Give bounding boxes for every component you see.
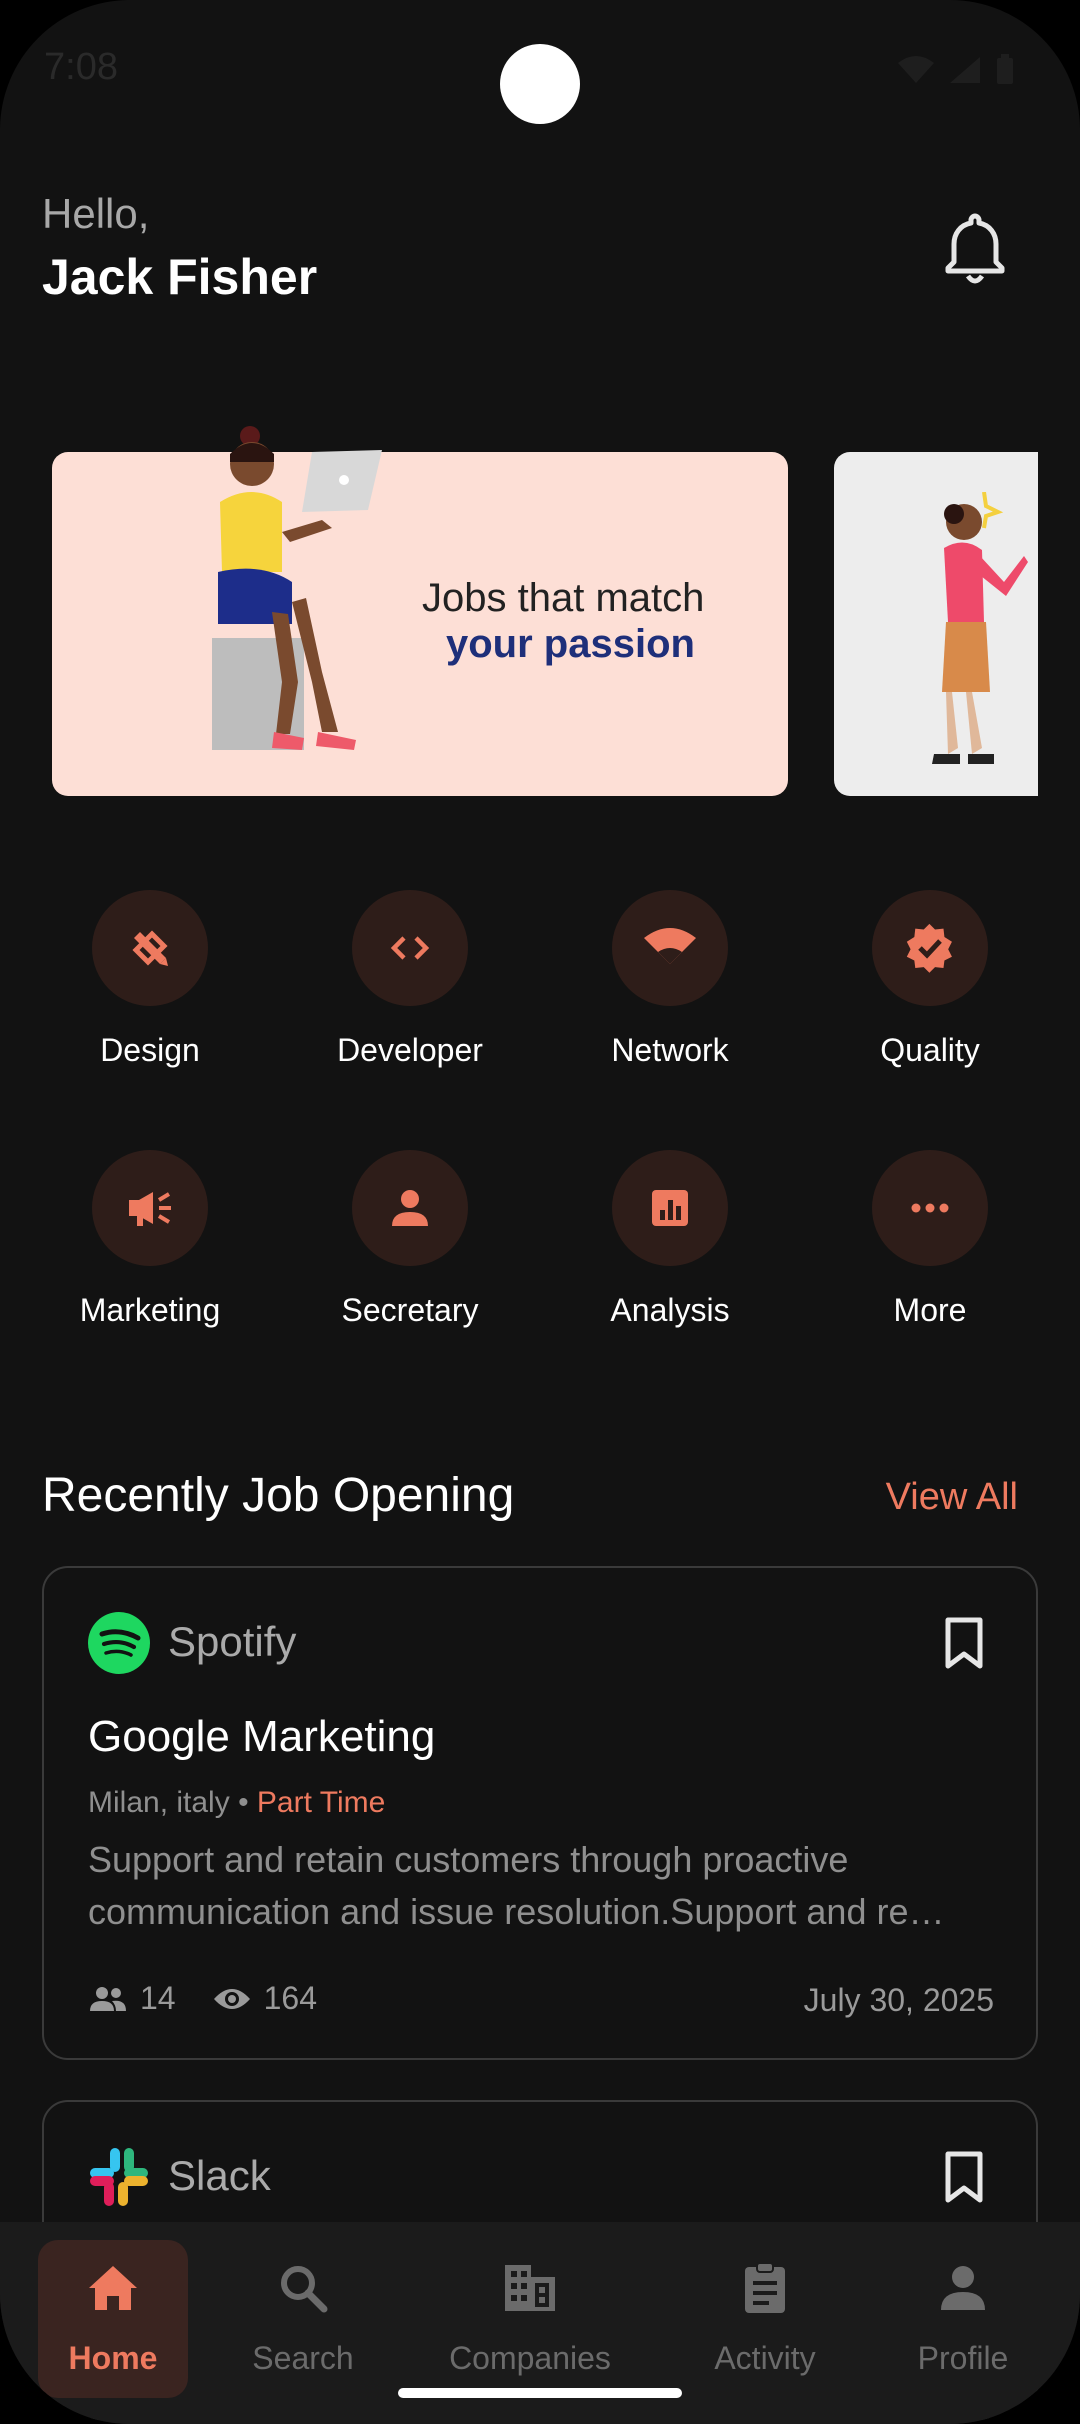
category-circle: [92, 1150, 208, 1266]
pencil-ruler-icon: [132, 930, 168, 966]
job-title: Google Marketing: [88, 1712, 436, 1761]
nav-label: Companies: [449, 2340, 611, 2376]
category-circle: [872, 890, 988, 1006]
applicants-count: 14: [140, 1980, 176, 2016]
view-all-link[interactable]: View All: [886, 1476, 1018, 1519]
category-more[interactable]: More: [820, 1150, 1040, 1329]
more-horizontal-icon: [911, 1203, 949, 1213]
bookmark-icon[interactable]: [942, 1616, 986, 1670]
nav-icon-wrap: [228, 2256, 378, 2320]
job-description: Support and retain customers through pro…: [88, 1839, 945, 1932]
category-developer[interactable]: Developer: [300, 890, 520, 1069]
user-name: Jack Fisher: [42, 249, 318, 305]
nav-icon-wrap: [430, 2256, 630, 2320]
greeting-text: Hello,: [42, 190, 150, 237]
building-icon: [505, 2265, 555, 2311]
nav-icon-wrap: [690, 2256, 840, 2320]
job-stats: 14 164: [88, 1980, 353, 2017]
company-name: Slack: [168, 2152, 271, 2199]
job-date: July 30, 2025: [803, 1982, 994, 2018]
clipboard-icon: [745, 2262, 785, 2313]
nav-label: Activity: [714, 2340, 816, 2376]
category-circle: [92, 890, 208, 1006]
nav-label: Search: [252, 2340, 354, 2376]
views-count: 164: [263, 1980, 317, 2016]
home-icon: [89, 2266, 137, 2310]
bookmark-icon[interactable]: [942, 2150, 986, 2204]
job-location: Milan, italy: [88, 1786, 230, 1819]
nav-icon-wrap: [38, 2256, 188, 2320]
home-indicator[interactable]: [398, 2388, 682, 2398]
phone-screen: 7:08 Hello, Jack Fisher Jobs that match …: [0, 0, 1080, 2424]
category-circle: [352, 890, 468, 1006]
nav-activity[interactable]: Activity: [690, 2240, 840, 2398]
category-label: Marketing: [79, 1292, 221, 1328]
people-icon: [90, 1986, 126, 2011]
category-label: Network: [611, 1032, 729, 1068]
camera-cutout: [500, 44, 580, 124]
applicants-stat: 14: [88, 1980, 176, 2017]
nav-icon-wrap: [888, 2256, 1038, 2320]
spotify-logo-icon: [88, 1612, 150, 1674]
category-label: Analysis: [610, 1292, 730, 1328]
slack-logo-icon: [90, 2148, 148, 2206]
signal-icon: [950, 57, 980, 83]
category-label: Developer: [337, 1032, 483, 1068]
category-secretary[interactable]: Secretary: [300, 1150, 520, 1329]
nav-home[interactable]: Home: [38, 2240, 188, 2398]
category-analysis[interactable]: Analysis: [560, 1150, 780, 1329]
woman-standing-illustration: [932, 492, 1028, 764]
nav-search[interactable]: Search: [228, 2240, 378, 2398]
wifi-status-icon: [898, 56, 934, 83]
woman-laptop-illustration: [212, 426, 382, 750]
views-stat: 164: [212, 1980, 317, 2017]
megaphone-icon: [129, 1192, 171, 1226]
nav-profile[interactable]: Profile: [888, 2240, 1038, 2398]
category-label: Quality: [880, 1032, 980, 1068]
meta-separator: •: [238, 1786, 249, 1819]
verified-badge-icon: [906, 923, 952, 973]
battery-icon: [997, 54, 1013, 84]
category-label: More: [893, 1292, 967, 1328]
notification-bell-icon[interactable]: [940, 210, 1010, 290]
eye-icon: [213, 1988, 250, 2009]
status-icons: [896, 54, 1016, 86]
category-circle: [872, 1150, 988, 1266]
search-icon: [281, 2266, 328, 2313]
promo-banner-next[interactable]: [834, 452, 1038, 796]
category-marketing[interactable]: Marketing: [40, 1150, 260, 1329]
category-network[interactable]: Network: [560, 890, 780, 1069]
category-circle: [612, 890, 728, 1006]
section-title: Recently Job Opening: [42, 1469, 515, 1522]
person-icon: [941, 2266, 985, 2310]
banner-highlight: your passion: [446, 622, 695, 666]
status-bar: 7:08: [0, 0, 1080, 140]
category-design[interactable]: Design: [40, 890, 260, 1069]
category-label: Design: [100, 1032, 200, 1068]
code-icon: [390, 936, 430, 960]
job-card[interactable]: Spotify Google Marketing Milan, italy • …: [42, 1566, 1038, 2060]
job-type: Part Time: [256, 1786, 386, 1819]
nav-label: Home: [68, 2340, 158, 2376]
person-icon: [392, 1190, 428, 1226]
category-quality[interactable]: Quality: [820, 890, 1040, 1069]
job-meta: Milan, italy • Part Time: [88, 1786, 385, 1820]
nav-label: Profile: [917, 2340, 1009, 2376]
nav-companies[interactable]: Companies: [430, 2240, 630, 2398]
company-name: Spotify: [168, 1618, 297, 1665]
bar-chart-icon: [652, 1190, 688, 1226]
category-circle: [352, 1150, 468, 1266]
wifi-icon: [644, 928, 696, 964]
promo-banner[interactable]: Jobs that match your passion: [52, 426, 788, 796]
category-label: Secretary: [341, 1292, 479, 1328]
banner-headline: Jobs that match: [422, 576, 705, 620]
status-time: 7:08: [44, 46, 118, 88]
category-circle: [612, 1150, 728, 1266]
